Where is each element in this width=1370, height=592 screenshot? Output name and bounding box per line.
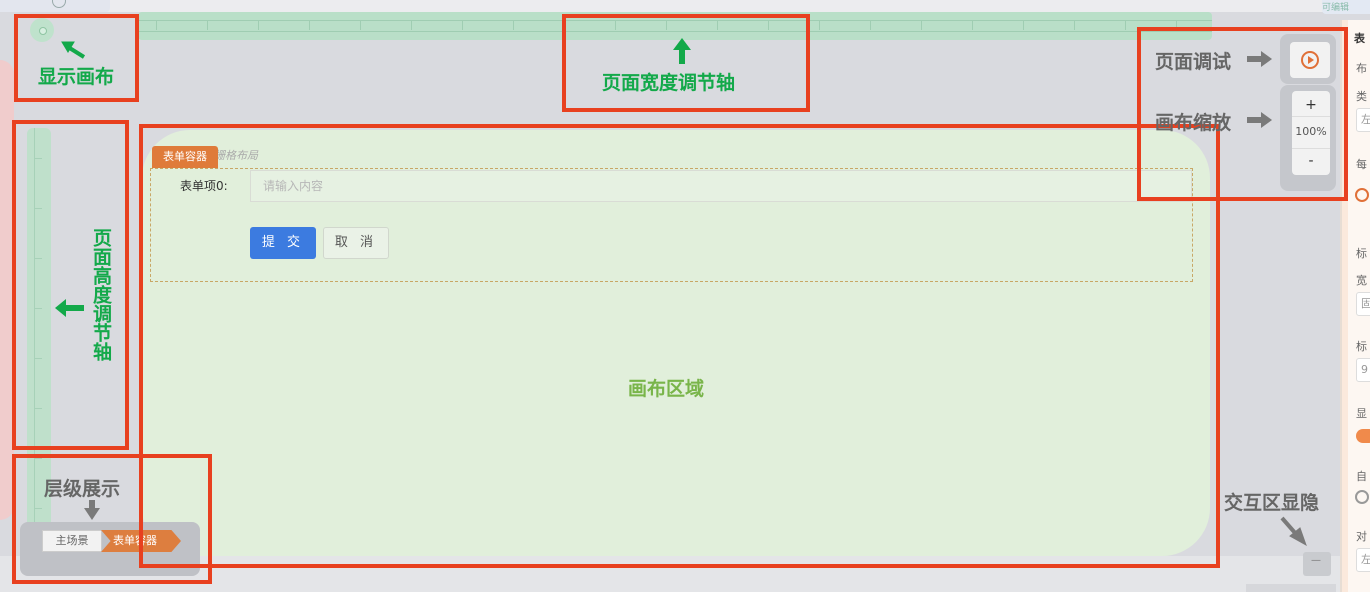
- ruler-tick: [972, 20, 973, 30]
- prop-select[interactable]: 固: [1356, 292, 1370, 316]
- annotation-hierarchy: 层级展示: [44, 478, 121, 500]
- ruler-tick: [258, 20, 259, 30]
- bottom-right-tab: [1246, 584, 1336, 592]
- interaction-toggle-button[interactable]: [1303, 552, 1331, 576]
- arrow-down-right-icon: [1280, 516, 1307, 547]
- prop-label: 类: [1356, 90, 1367, 103]
- annotation-height-ruler: 页面高度调节轴: [90, 228, 112, 361]
- annotation-width-ruler: 页面宽度调节轴: [602, 72, 736, 94]
- clock-icon: [52, 0, 66, 8]
- ruler-tick: [870, 20, 871, 30]
- annotation-zoom: 画布缩放: [1155, 112, 1232, 134]
- prop-input[interactable]: 9: [1356, 358, 1370, 382]
- prop-select[interactable]: 左: [1356, 548, 1370, 572]
- ruler-tick: [156, 20, 157, 30]
- prop-label: 标: [1356, 340, 1367, 353]
- prop-label: 显: [1356, 407, 1367, 420]
- ruler-tick: [819, 20, 820, 30]
- top-right-tab-label: 可编辑: [1322, 3, 1350, 13]
- ruler-tick: [1074, 20, 1075, 30]
- ruler-tick: [513, 20, 514, 30]
- prop-label: 标: [1356, 247, 1367, 260]
- annotation-interaction-toggle: 交互区显隐: [1224, 492, 1320, 514]
- annotation-box-width-ruler: [562, 14, 810, 112]
- top-bar: [0, 0, 1370, 12]
- top-left-tab[interactable]: [0, 0, 110, 12]
- prop-label: 布: [1356, 62, 1367, 75]
- prop-toggle[interactable]: [1356, 429, 1370, 443]
- top-right-tab[interactable]: 可编辑: [1322, 0, 1370, 14]
- ruler-tick: [462, 20, 463, 30]
- prop-label: 对: [1356, 530, 1367, 543]
- prop-label: 自: [1356, 470, 1367, 483]
- prop-heading: 表: [1354, 32, 1365, 45]
- ruler-tick: [1023, 20, 1024, 30]
- prop-radio[interactable]: [1355, 188, 1369, 202]
- prop-radio[interactable]: [1355, 490, 1369, 504]
- ruler-tick: [1125, 20, 1126, 30]
- annotation-box-canvas: [139, 124, 1220, 568]
- ruler-tick: [921, 20, 922, 30]
- prop-label: 每: [1356, 158, 1367, 171]
- prop-label: 宽: [1356, 274, 1367, 287]
- ruler-tick: [207, 20, 208, 30]
- ruler-tick: [360, 20, 361, 30]
- annotation-show-canvas: 显示画布: [38, 66, 115, 88]
- annotation-debug: 页面调试: [1155, 51, 1232, 73]
- ruler-tick: [309, 20, 310, 30]
- ruler-tick: [411, 20, 412, 30]
- prop-select[interactable]: 左: [1356, 108, 1370, 132]
